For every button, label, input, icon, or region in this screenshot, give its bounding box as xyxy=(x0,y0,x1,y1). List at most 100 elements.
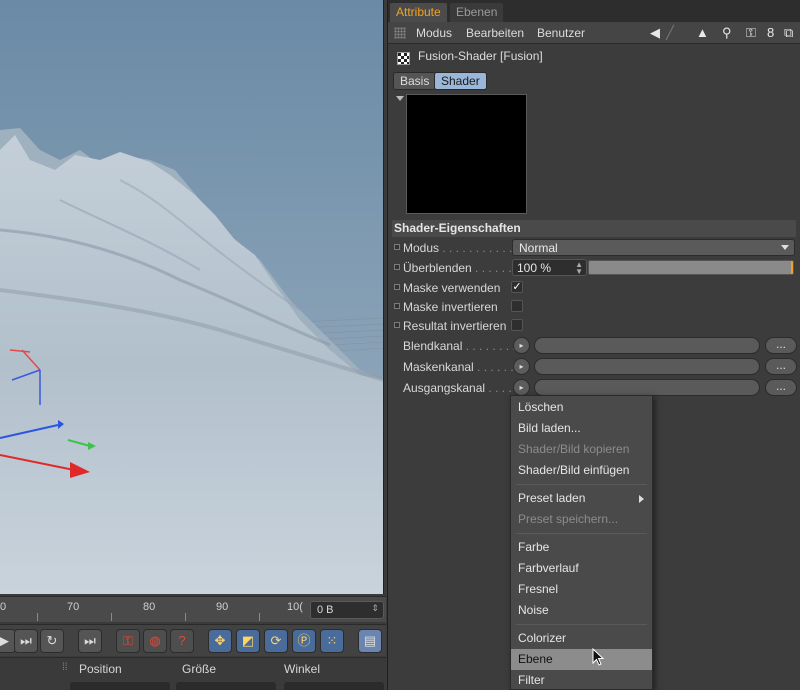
manager-tabs: Attribute Ebenen xyxy=(388,0,800,22)
size-header: Größe xyxy=(182,662,217,676)
resultat-invertieren-label: Resultat invertieren xyxy=(403,319,507,333)
loop-icon[interactable]: ↻ xyxy=(40,629,64,653)
point-tool-icon[interactable]: ⁙ xyxy=(320,629,344,653)
link-icon[interactable]: 8 xyxy=(767,25,774,40)
row-blendkanal: Blendkanal . . . . . . . . ▸ ... xyxy=(392,336,797,356)
menu-bearbeiten[interactable]: Bearbeiten xyxy=(466,26,524,40)
blendkanal-shader-link[interactable] xyxy=(534,337,760,354)
expand-arrow-icon[interactable]: ▸ xyxy=(513,379,530,396)
back-arrow-icon[interactable]: ◀ xyxy=(650,25,660,41)
angle-header: Winkel xyxy=(284,662,321,676)
ausgangskanal-label: Ausgangskanal xyxy=(403,381,486,395)
ueberblenden-value: 100 % xyxy=(517,261,552,275)
size-field[interactable] xyxy=(176,682,276,690)
shader-preview xyxy=(406,94,527,214)
tab-ebenen[interactable]: Ebenen xyxy=(450,3,504,22)
leader-dots: . . . . . . xyxy=(471,261,512,275)
up-arrow-icon[interactable]: ▲ xyxy=(696,25,709,40)
maske-invertieren-checkbox[interactable] xyxy=(511,300,523,312)
auto-key-icon[interactable]: ◍ xyxy=(143,629,167,653)
rotate-tool-icon[interactable]: ⟳ xyxy=(264,629,288,653)
menu-item-preset-laden[interactable]: Preset laden xyxy=(511,488,652,509)
menu-item-preset-speichern: Preset speichern... xyxy=(518,512,619,526)
menu-item-colorizer[interactable]: Colorizer xyxy=(511,628,652,649)
forward-arrow-icon[interactable]: ╱ xyxy=(666,25,674,41)
ruler-tick: 70 xyxy=(67,601,80,613)
lock-icon[interactable]: ⚿ xyxy=(746,25,756,41)
menu-benutzer[interactable]: Benutzer xyxy=(537,26,585,40)
ausgangskanal-shader-link[interactable] xyxy=(534,379,760,396)
section-header[interactable]: Shader-Eigenschaften xyxy=(392,220,796,237)
maske-invertieren-label: Maske invertieren xyxy=(403,300,498,314)
animation-dot-icon[interactable] xyxy=(394,303,400,309)
ueberblenden-field[interactable]: 100 % ▲ ▼ xyxy=(512,259,587,276)
maske-verwenden-checkbox[interactable]: ✓ xyxy=(511,281,523,293)
menu-item-ebene[interactable]: Ebene xyxy=(511,649,652,670)
maskenkanal-more-button[interactable]: ... xyxy=(765,358,797,375)
menu-item-shader-einfuegen[interactable]: Shader/Bild einfügen xyxy=(511,460,652,481)
current-frame-field[interactable]: 0 B ⇕ xyxy=(310,601,384,619)
expand-arrow-icon[interactable]: ▸ xyxy=(513,337,530,354)
tab-attribute[interactable]: Attribute xyxy=(390,3,447,22)
expand-arrow-icon[interactable]: ▸ xyxy=(513,358,530,375)
slider-fill xyxy=(589,261,793,274)
angle-field[interactable] xyxy=(284,682,384,690)
terrain-render xyxy=(0,128,383,594)
timeline-ruler[interactable]: 0 70 80 90 10( 0 B ⇕ xyxy=(0,596,386,622)
ueberblenden-label: Überblenden xyxy=(403,261,472,275)
menu-item-farbe[interactable]: Farbe xyxy=(511,537,652,558)
record-key-icon[interactable]: ⚿ xyxy=(116,629,140,653)
mouse-cursor-icon xyxy=(592,648,605,666)
3d-viewport[interactable] xyxy=(0,0,384,594)
ruler-tick: 90 xyxy=(216,601,229,613)
modus-dropdown[interactable]: Normal xyxy=(512,239,795,256)
search-icon[interactable]: ⚲ xyxy=(722,25,732,41)
go-end-icon[interactable]: ⏭ xyxy=(78,629,102,653)
menu-modus[interactable]: Modus xyxy=(416,26,452,40)
blendkanal-label: Blendkanal xyxy=(403,339,463,353)
move-tool-icon[interactable]: ✥ xyxy=(208,629,232,653)
frame-ruler[interactable]: 0 70 80 90 10( xyxy=(0,597,306,623)
maskenkanal-shader-link[interactable] xyxy=(534,358,760,375)
keyframe-help-icon[interactable]: ? xyxy=(170,629,194,653)
menu-item-bild-laden[interactable]: Bild laden... xyxy=(511,418,652,439)
chevron-right-icon xyxy=(639,495,644,503)
film-icon[interactable]: ▤ xyxy=(358,629,382,653)
ruler-tick: 80 xyxy=(143,601,156,613)
animation-dot-icon[interactable] xyxy=(394,322,400,328)
menu-separator xyxy=(516,484,647,485)
attribute-menubar: Modus Bearbeiten Benutzer ◀ ╱ ▲ ⚲ ⚿ 8 ⧉ xyxy=(388,22,800,44)
scale-tool-icon[interactable]: ◩ xyxy=(236,629,260,653)
parameter-tool-icon[interactable]: Ⓟ xyxy=(292,629,316,653)
blendkanal-more-button[interactable]: ... xyxy=(765,337,797,354)
tab-basis[interactable]: Basis xyxy=(393,72,437,90)
animation-dot-icon[interactable] xyxy=(394,264,400,270)
ausgangskanal-more-button[interactable]: ... xyxy=(765,379,797,396)
position-header: Position xyxy=(79,662,122,676)
chevron-down-icon xyxy=(781,245,789,250)
new-window-icon[interactable]: ⧉ xyxy=(784,25,793,41)
menu-item-filter[interactable]: Filter xyxy=(511,670,652,690)
menu-item-fresnel[interactable]: Fresnel xyxy=(511,579,652,600)
position-field[interactable] xyxy=(70,682,170,690)
row-maske-invertieren: Maske invertieren xyxy=(392,297,796,317)
animation-dot-icon[interactable] xyxy=(394,284,400,290)
stepper-arrows-icon[interactable]: ▲ ▼ xyxy=(575,261,583,276)
ruler-tick: 10( xyxy=(287,601,303,613)
stepper-arrows-icon[interactable]: ⇕ xyxy=(371,603,379,614)
step-forward-icon[interactable]: ⏭ xyxy=(14,629,38,653)
maskenkanal-label: Maskenkanal xyxy=(403,360,474,374)
grip-icon: ⁞⁞ xyxy=(62,662,68,673)
animation-dot-icon[interactable] xyxy=(394,244,400,250)
resultat-invertieren-checkbox[interactable] xyxy=(511,319,523,331)
modus-value: Normal xyxy=(519,241,558,255)
tab-shader[interactable]: Shader xyxy=(434,72,487,90)
menu-item-noise[interactable]: Noise xyxy=(511,600,652,621)
collapse-triangle-icon[interactable] xyxy=(396,96,404,101)
ueberblenden-slider[interactable] xyxy=(588,260,794,275)
menu-item-farbverlauf[interactable]: Farbverlauf xyxy=(511,558,652,579)
menu-item-shader-kopieren: Shader/Bild kopieren xyxy=(518,442,630,456)
maske-verwenden-label: Maske verwenden xyxy=(403,281,501,295)
transport-toolbar: ▶ ⏭ ↻ ⏭ ⚿ ◍ ? ✥ ◩ ⟳ Ⓟ ⁙ ▤ xyxy=(0,624,386,656)
menu-item-loeschen[interactable]: Löschen xyxy=(511,397,652,418)
